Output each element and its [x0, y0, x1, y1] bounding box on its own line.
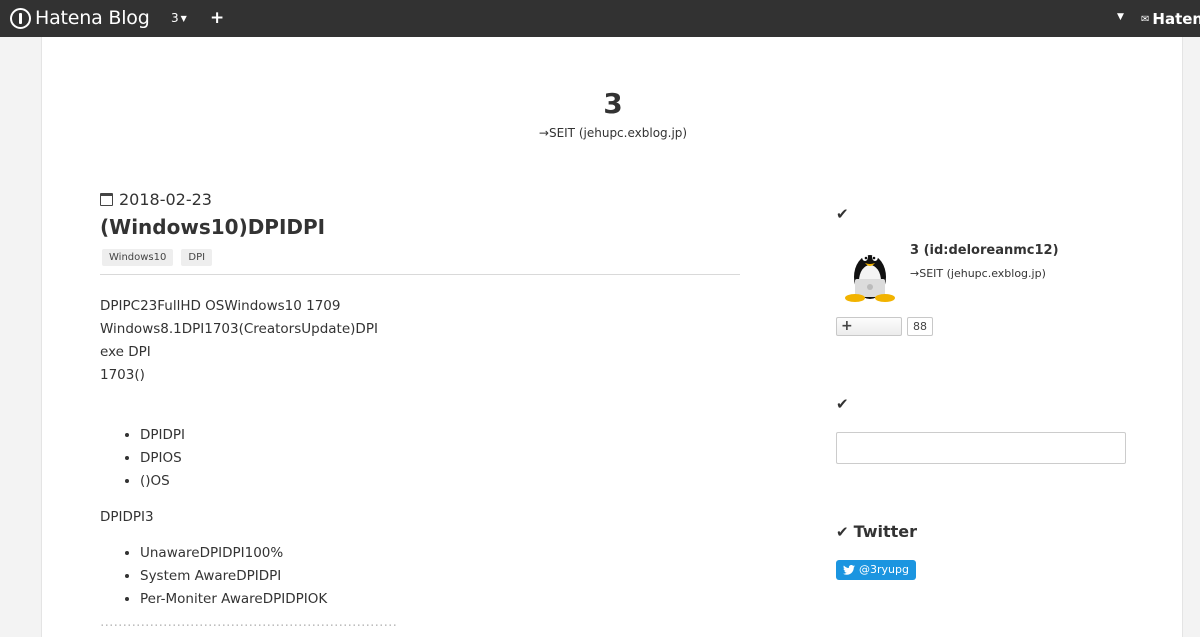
entry-divider	[100, 274, 740, 275]
twitter-handle: @3ryupg	[859, 563, 909, 576]
list-item: DPIDPI	[140, 424, 740, 447]
search-input[interactable]	[836, 432, 1126, 464]
logo-text: Hatena Blog	[35, 7, 150, 29]
check-icon: ✔	[836, 522, 849, 541]
entry-categories: Windows10 DPI	[102, 249, 740, 266]
calendar-icon	[100, 192, 113, 206]
blog-menu-label: 3	[171, 11, 179, 25]
caret-down-icon: ▼	[180, 14, 187, 23]
add-post-button[interactable]: +	[210, 8, 224, 28]
plus-icon: +	[210, 8, 225, 28]
entry-date[interactable]: 2018-02-23	[100, 189, 740, 209]
body-line-faded: …………………………………………………………	[100, 614, 397, 630]
list-item: Per-Moniter AwareDPIDPIOK	[140, 588, 740, 611]
follower-count[interactable]: 88	[907, 317, 933, 336]
blog-page: 3 →SEIT (jehupc.exblog.jp) 2018-02-23 (W…	[41, 37, 1183, 637]
category-tag[interactable]: DPI	[181, 249, 213, 266]
blog-menu-button[interactable]: 3 ▼	[171, 11, 187, 25]
hatena-logo-icon	[10, 7, 31, 29]
entry: 2018-02-23 (Windows10)DPIDPI Windows10 D…	[100, 189, 740, 634]
avatar[interactable]	[841, 243, 899, 303]
body-line: exe DPI	[100, 344, 151, 360]
category-tag[interactable]: Windows10	[102, 249, 174, 266]
hatena-blog-logo[interactable]: Hatena Blog	[10, 7, 150, 29]
check-icon: ✔	[836, 205, 849, 223]
global-header: Hatena Blog 3 ▼ + ▼ ✉ Haten	[0, 0, 1200, 37]
body-line: 1703()	[100, 367, 145, 383]
check-icon: ✔	[836, 395, 849, 413]
profile-description: →SEIT (jehupc.exblog.jp)	[910, 267, 1046, 280]
body-list-1: DPIDPI DPIOS ()OS	[100, 424, 740, 493]
twitter-bird-icon	[843, 565, 855, 575]
follow-button[interactable]: +	[836, 317, 902, 336]
body-list-2: UnawareDPIDPI100% System AwareDPIDPI Per…	[100, 542, 740, 611]
body-line: DPIPC23FullHD OSWindows10 1709	[100, 298, 341, 314]
hatena-brand-text: Haten	[1152, 10, 1200, 28]
entry-date-text: 2018-02-23	[119, 189, 212, 209]
blog-description: →SEIT (jehupc.exblog.jp)	[538, 126, 688, 140]
user-menu-caret-icon[interactable]: ▼	[1117, 12, 1124, 22]
hatena-brand-link[interactable]: ✉ Haten	[1141, 10, 1200, 28]
hatena-mini-icon: ✉	[1141, 13, 1150, 25]
list-item: ()OS	[140, 470, 740, 493]
list-item: System AwareDPIDPI	[140, 565, 740, 588]
body-line: DPIDPI3	[100, 509, 154, 525]
blog-title[interactable]: 3	[42, 87, 1184, 120]
body-line: Windows8.1DPI1703(CreatorsUpdate)DPI	[100, 321, 378, 337]
twitter-follow-button[interactable]: @3ryupg	[836, 560, 916, 580]
entry-body: DPIPC23FullHD OSWindows10 1709 Windows8.…	[100, 295, 740, 634]
list-item: DPIOS	[140, 447, 740, 470]
plus-icon: +	[841, 318, 853, 334]
twitter-title: Twitter	[853, 522, 918, 541]
profile-name[interactable]: 3 (id:deloreanmc12)	[910, 243, 1059, 258]
list-item: UnawareDPIDPI100%	[140, 542, 740, 565]
entry-title[interactable]: (Windows10)DPIDPI	[100, 215, 740, 239]
twitter-module-header: ✔ Twitter	[836, 522, 917, 541]
